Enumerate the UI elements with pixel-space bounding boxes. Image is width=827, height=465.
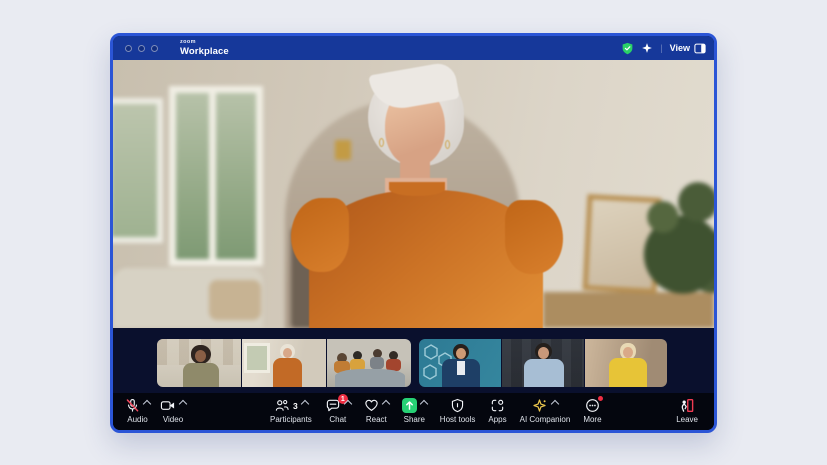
workplace-logo-text: Workplace bbox=[180, 47, 229, 57]
filmstrip-group-right bbox=[419, 339, 667, 387]
video-thumbnail-2[interactable] bbox=[242, 339, 326, 387]
audio-options-chevron-icon[interactable] bbox=[143, 399, 151, 407]
video-options-chevron-icon[interactable] bbox=[179, 399, 187, 407]
thumb2-window bbox=[244, 343, 270, 373]
thumb6-blazer bbox=[609, 358, 647, 387]
video-thumbnail-6[interactable] bbox=[585, 339, 667, 387]
participants-chevron-icon[interactable] bbox=[301, 399, 309, 407]
chat-button[interactable]: 1 Chat bbox=[325, 398, 351, 424]
thumb2-face bbox=[283, 348, 292, 358]
speaker-ruffle-right bbox=[505, 200, 563, 274]
close-window-button[interactable] bbox=[125, 45, 132, 52]
meeting-toolbar: Audio Video bbox=[113, 393, 714, 430]
thumb4-face bbox=[456, 348, 466, 359]
more-notification-dot bbox=[598, 396, 603, 401]
host-tools-button[interactable]: Host tools bbox=[440, 398, 476, 424]
thumb5-face bbox=[538, 347, 549, 359]
share-screen-icon bbox=[402, 398, 417, 413]
ai-companion-button-label: AI Companion bbox=[520, 416, 571, 424]
camera-icon bbox=[160, 398, 176, 413]
leave-door-icon bbox=[679, 398, 695, 413]
scene-window-far bbox=[113, 98, 163, 243]
react-button-label: React bbox=[366, 416, 387, 424]
video-thumbnail-4[interactable] bbox=[419, 339, 501, 387]
thumb5-shirt bbox=[524, 359, 564, 387]
scene-window-mullion bbox=[209, 86, 216, 266]
zoom-workplace-logo: zoom Workplace bbox=[180, 40, 229, 56]
scene-pillow bbox=[209, 280, 261, 320]
mic-muted-icon bbox=[125, 398, 140, 413]
shield-icon bbox=[450, 398, 465, 413]
minimize-window-button[interactable] bbox=[138, 45, 145, 52]
apps-button[interactable]: Apps bbox=[488, 398, 506, 424]
thumb6-face bbox=[623, 347, 633, 358]
thumb2-body bbox=[273, 358, 302, 387]
titlebar: zoom Workplace | View bbox=[113, 36, 714, 60]
share-button[interactable]: Share bbox=[402, 398, 427, 424]
thumb3-table bbox=[335, 369, 405, 387]
video-thumbnail-3[interactable] bbox=[327, 339, 411, 387]
ai-companion-chevron-icon[interactable] bbox=[551, 399, 559, 407]
window-content: zoom Workplace | View bbox=[113, 36, 714, 430]
video-button[interactable]: Video bbox=[160, 398, 186, 424]
video-thumbnail-1[interactable] bbox=[157, 339, 241, 387]
sparkle-icon[interactable] bbox=[641, 42, 653, 54]
scene-brass-plaque bbox=[335, 140, 351, 160]
filmstrip bbox=[113, 328, 714, 393]
chat-button-label: Chat bbox=[329, 416, 346, 424]
thumb1-face bbox=[195, 350, 206, 362]
titlebar-right-controls: | View bbox=[621, 42, 706, 55]
participants-icon bbox=[274, 398, 290, 413]
thumb4-shirt bbox=[457, 361, 465, 375]
toolbar-group-left: Audio Video bbox=[125, 398, 186, 424]
view-button[interactable]: View bbox=[670, 43, 706, 54]
active-speaker-video bbox=[113, 60, 714, 328]
share-button-label: Share bbox=[404, 416, 425, 424]
more-button[interactable]: More bbox=[583, 398, 601, 424]
view-button-label: View bbox=[670, 43, 690, 53]
apps-button-label: Apps bbox=[488, 416, 506, 424]
scene-window-near bbox=[169, 86, 263, 266]
react-button[interactable]: React bbox=[364, 398, 389, 424]
participants-button[interactable]: 3 Participants bbox=[270, 398, 312, 424]
audio-button[interactable]: Audio bbox=[125, 398, 150, 424]
thumb3-person3-body bbox=[370, 357, 384, 369]
toolbar-group-center: 3 Participants 1 bbox=[270, 398, 602, 424]
speaker-earring-left bbox=[379, 138, 384, 147]
titlebar-divider: | bbox=[660, 43, 662, 53]
participants-count: 3 bbox=[293, 401, 298, 411]
participants-button-label: Participants bbox=[270, 416, 312, 424]
encryption-shield-check-icon bbox=[621, 42, 634, 55]
view-layout-grid-icon bbox=[694, 43, 706, 54]
leave-button[interactable]: Leave bbox=[676, 398, 698, 424]
thumb1-body bbox=[183, 363, 219, 387]
ai-sparkle-icon bbox=[532, 398, 548, 414]
leave-button-label: Leave bbox=[676, 416, 698, 424]
more-ellipsis-icon bbox=[585, 398, 600, 413]
video-thumbnail-5[interactable] bbox=[502, 339, 584, 387]
video-button-label: Video bbox=[163, 416, 183, 424]
window-controls bbox=[125, 45, 158, 52]
scene-plant bbox=[633, 172, 714, 322]
heart-icon bbox=[364, 398, 379, 413]
speaker-ruffle-left bbox=[291, 198, 349, 272]
speaker-earring-right bbox=[445, 140, 450, 149]
ai-companion-button[interactable]: AI Companion bbox=[520, 398, 571, 424]
more-button-label: More bbox=[583, 416, 601, 424]
filmstrip-group-left bbox=[157, 339, 411, 387]
apps-icon bbox=[490, 398, 505, 413]
speaker-collar bbox=[389, 182, 445, 196]
maximize-window-button[interactable] bbox=[151, 45, 158, 52]
audio-button-label: Audio bbox=[127, 416, 147, 424]
toolbar-group-right: Leave bbox=[676, 398, 698, 424]
zoom-meeting-window: zoom Workplace | View bbox=[110, 33, 717, 433]
host-tools-button-label: Host tools bbox=[440, 416, 476, 424]
share-chevron-icon[interactable] bbox=[420, 399, 428, 407]
zoom-logo-text: zoom bbox=[180, 40, 229, 46]
react-chevron-icon[interactable] bbox=[382, 399, 390, 407]
